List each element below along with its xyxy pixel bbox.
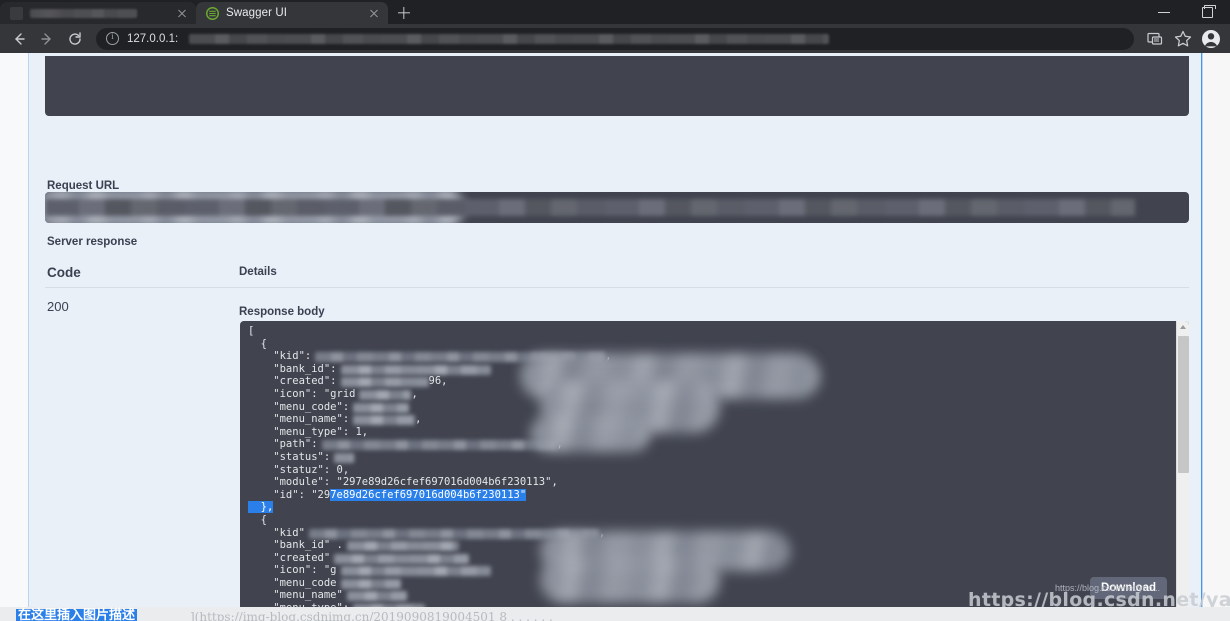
- browser-tab-1[interactable]: [0, 2, 196, 24]
- json-key: "bank_id" .: [248, 539, 343, 552]
- redaction-smudge: [334, 553, 470, 564]
- minimize-icon[interactable]: [1142, 0, 1186, 24]
- reload-icon[interactable]: [62, 26, 88, 52]
- json-key: "bank_id":: [248, 362, 337, 375]
- code-block-scrollbar[interactable]: [1176, 321, 1189, 621]
- status-bar-selected-text: 在这里插入图片描述: [16, 609, 138, 621]
- json-key: "id":: [248, 488, 305, 501]
- redaction-smudge: [359, 389, 412, 400]
- redaction-smudge: [340, 578, 401, 589]
- redaction-smudge: [45, 199, 1135, 216]
- json-value: 96,: [428, 375, 448, 388]
- json-value: "297e89d26cfef697016d004b6f230113",: [330, 476, 558, 489]
- window-controls: [1142, 0, 1230, 24]
- page-focus-outline: [1200, 53, 1202, 621]
- page-viewport: Request URL Server response Code Details…: [0, 53, 1230, 621]
- redaction-smudge: [340, 377, 429, 388]
- close-icon[interactable]: [366, 5, 382, 21]
- json-key: "menu_name":: [248, 413, 350, 426]
- browser-tab-2[interactable]: Swagger UI: [196, 2, 388, 24]
- curl-command-block: [45, 56, 1189, 116]
- json-value: 1,: [349, 425, 369, 438]
- code-line: "id": "297e89d26cfef697016d004b6f230113": [240, 488, 1170, 502]
- redaction-smudge: [346, 591, 407, 602]
- redaction-smudge: [353, 402, 410, 413]
- swagger-favicon: [205, 6, 220, 20]
- code-line: "module": "297e89d26cfef697016d004b6f230…: [240, 476, 1170, 489]
- page-scrollbar[interactable]: [1204, 53, 1230, 621]
- json-key: "status":: [248, 450, 331, 463]
- json-value: ,: [415, 413, 422, 426]
- redaction-smudge: [334, 452, 355, 463]
- column-header-code: Code: [47, 265, 81, 280]
- browser-chrome: Swagger UI 127.0.0.1:: [0, 0, 1230, 53]
- scroll-up-arrow-icon[interactable]: [1180, 325, 1186, 329]
- server-response-label: Server response: [47, 236, 138, 248]
- forward-arrow-icon[interactable]: [34, 26, 60, 52]
- json-value: ,: [411, 387, 418, 400]
- json-key: "menu_code: [248, 576, 337, 589]
- selected-text: 7e89d26cfef697016d004b6f230113": [330, 488, 527, 501]
- profile-avatar-icon[interactable]: [1198, 26, 1224, 52]
- browser-tab-1-title: [30, 8, 137, 18]
- json-key: "icon": "g: [248, 564, 337, 577]
- back-arrow-icon[interactable]: [6, 26, 32, 52]
- json-key: "icon": "grid: [248, 387, 356, 400]
- json-value: 0,: [330, 463, 350, 476]
- maximize-icon[interactable]: [1186, 0, 1230, 24]
- code-line: "path":,: [240, 438, 1170, 451]
- json-key: "kid": [248, 526, 305, 539]
- json-value: "29: [304, 488, 331, 501]
- redaction-smudge: [340, 566, 491, 577]
- json-key: "created": [248, 551, 331, 564]
- response-body-code-block[interactable]: [ { "kid":, "bank_id": "created": 96, "ic…: [240, 321, 1189, 621]
- status-bar-text: ](https://img-blog.csdnimg.cn/2019090819…: [190, 610, 553, 621]
- table-divider: [45, 287, 1189, 288]
- code-token: {: [248, 513, 267, 526]
- browser-toolbar: 127.0.0.1:: [0, 24, 1230, 53]
- cast-icon[interactable]: [1142, 26, 1168, 52]
- code-line: },: [240, 501, 1170, 514]
- json-key: "module":: [248, 476, 331, 489]
- json-key: "menu_name": [248, 589, 343, 602]
- json-key: "path":: [248, 438, 318, 451]
- request-url-label: Request URL: [47, 180, 120, 192]
- code-line: "statuz": 0,: [240, 464, 1170, 477]
- tab-strip: Swagger UI: [0, 0, 1230, 24]
- address-bar-url-redacted: [189, 33, 830, 44]
- address-bar-url: 127.0.0.1:: [127, 32, 179, 45]
- json-key: "kid":: [248, 350, 312, 363]
- star-icon[interactable]: [1170, 26, 1196, 52]
- json-key: "menu_type":: [248, 425, 350, 438]
- status-bar: 在这里插入图片描述 ](https://img-blog.csdnimg.cn/…: [0, 607, 1230, 621]
- json-key: "created":: [248, 375, 337, 388]
- code-line: {: [240, 514, 1170, 527]
- info-circle-icon[interactable]: [106, 31, 119, 45]
- code-token: {: [248, 337, 267, 350]
- scrollbar-thumb[interactable]: [1178, 336, 1189, 473]
- code-token: [: [248, 325, 255, 337]
- close-icon[interactable]: [174, 5, 190, 21]
- response-body-label: Response body: [239, 306, 325, 318]
- json-key: "menu_code":: [248, 400, 350, 413]
- response-code-value: 200: [47, 299, 69, 314]
- column-header-details: Details: [239, 266, 277, 278]
- browser-tab-2-title: Swagger UI: [226, 7, 288, 19]
- redaction-smudge: [340, 364, 491, 375]
- code-token: },: [248, 501, 274, 514]
- redaction-smudge: [530, 416, 650, 452]
- new-tab-button[interactable]: [390, 2, 418, 24]
- code-line: {: [240, 338, 1170, 351]
- code-line: [: [240, 325, 1170, 338]
- code-line: "status":: [240, 451, 1170, 464]
- redaction-smudge: [321, 440, 557, 451]
- json-key: "statuz":: [248, 463, 331, 476]
- blank-favicon: [10, 6, 23, 20]
- address-bar[interactable]: 127.0.0.1:: [96, 27, 1134, 50]
- redaction-smudge: [353, 415, 416, 426]
- request-url-value: [45, 192, 1189, 223]
- redaction-smudge: [540, 557, 720, 603]
- swagger-page-container: Request URL Server response Code Details…: [28, 53, 1203, 621]
- redaction-smudge: [346, 541, 459, 552]
